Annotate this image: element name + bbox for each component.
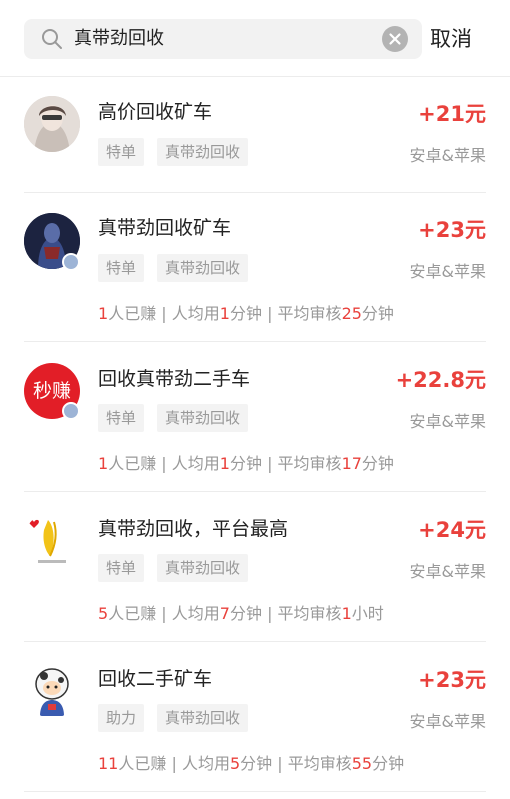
task-title: 真带劲回收，平台最高 <box>98 518 289 540</box>
avg-time-prefix: 人均用 <box>171 604 220 623</box>
task-title: 回收真带劲二手车 <box>98 368 251 390</box>
task-tag: 真带劲回收 <box>157 404 249 432</box>
stats-separator: | <box>156 604 172 623</box>
avatar <box>24 96 80 152</box>
platform-label: 安卓&苹果 <box>409 262 486 281</box>
task-stats: 5人已赚 | 人均用7分钟 | 平均审核1小时 <box>98 600 384 624</box>
task-tag: 真带劲回收 <box>157 138 249 166</box>
verified-badge-icon <box>62 402 80 420</box>
platform-label: 安卓&苹果 <box>409 712 486 731</box>
stats-separator: | <box>166 754 182 773</box>
task-title: 真带劲回收矿车 <box>98 217 232 239</box>
clear-icon[interactable] <box>382 26 408 52</box>
review-time-value: 1 <box>341 604 352 623</box>
platform-label: 安卓&苹果 <box>409 146 486 165</box>
task-reward: +23元 <box>418 668 486 692</box>
avatar <box>24 512 80 568</box>
task-tag: 特单 <box>98 254 145 282</box>
task-tag: 真带劲回收 <box>157 554 249 582</box>
task-stats: 1人已赚 | 人均用1分钟 | 平均审核17分钟 <box>98 450 394 474</box>
search-query: 真带劲回收 <box>74 28 164 49</box>
earned-label: 人已赚 <box>118 754 167 773</box>
avg-time-value: 5 <box>229 754 241 773</box>
avatar <box>24 662 80 718</box>
avg-time-unit: 分钟 <box>229 304 262 323</box>
task-reward: +21元 <box>418 102 486 126</box>
task-title: 回收二手矿车 <box>98 668 213 690</box>
avg-time-unit: 分钟 <box>229 454 262 473</box>
review-time-unit: 分钟 <box>361 304 394 323</box>
avg-time-unit: 分钟 <box>229 604 262 623</box>
earned-count: 1 <box>98 304 109 323</box>
review-time-unit: 分钟 <box>361 454 394 473</box>
review-time-unit: 小时 <box>351 604 384 623</box>
task-list-item[interactable]: 回收二手矿车 +23元 助力 真带劲回收 安卓&苹果 11人已赚 | 人均用5分… <box>0 642 510 792</box>
task-list-item[interactable]: 高价回收矿车 +21元 特单 真带劲回收 安卓&苹果 <box>0 77 510 193</box>
avg-time-prefix: 人均用 <box>171 454 220 473</box>
stats-separator: | <box>261 454 278 473</box>
stats-separator: | <box>156 454 172 473</box>
earned-label: 人已赚 <box>108 304 157 323</box>
task-reward: +22.8元 <box>395 368 486 392</box>
task-tag: 特单 <box>98 138 145 166</box>
avg-time-unit: 分钟 <box>240 754 273 773</box>
task-title: 高价回收矿车 <box>98 101 213 123</box>
task-tag: 特单 <box>98 404 145 432</box>
task-tag: 助力 <box>98 704 145 732</box>
review-time-unit: 分钟 <box>372 754 405 773</box>
divider <box>24 791 486 792</box>
cancel-button[interactable]: 取消 <box>430 24 472 54</box>
task-list-item[interactable]: 真带劲回收矿车 +23元 特单 真带劲回收 安卓&苹果 1人已赚 | 人均用1分… <box>0 193 510 342</box>
review-time-value: 25 <box>341 304 362 323</box>
earned-label: 人已赚 <box>108 454 157 473</box>
stats-separator: | <box>261 604 278 623</box>
stats-separator: | <box>261 304 278 323</box>
review-time-prefix: 平均审核 <box>277 604 342 623</box>
avg-time-prefix: 人均用 <box>171 304 220 323</box>
search-icon <box>42 29 62 49</box>
earned-count: 5 <box>98 604 109 623</box>
review-time-value: 55 <box>351 754 373 773</box>
avg-time-prefix: 人均用 <box>181 754 230 773</box>
task-tag: 真带劲回收 <box>157 704 249 732</box>
avg-time-value: 1 <box>219 454 230 473</box>
platform-label: 安卓&苹果 <box>409 562 486 581</box>
earned-count: 11 <box>98 754 119 773</box>
task-list-item[interactable]: 秒赚 回收真带劲二手车 +22.8元 特单 真带劲回收 安卓&苹果 1人已赚 |… <box>0 342 510 492</box>
stats-separator: | <box>156 304 172 323</box>
search-header: 真带劲回收 取消 <box>0 0 510 77</box>
task-stats: 11人已赚 | 人均用5分钟 | 平均审核55分钟 <box>98 750 404 774</box>
task-tag: 真带劲回收 <box>157 254 249 282</box>
verified-badge-icon <box>62 253 80 271</box>
task-list-item[interactable]: 真带劲回收，平台最高 +24元 特单 真带劲回收 安卓&苹果 5人已赚 | 人均… <box>0 492 510 642</box>
avg-time-value: 7 <box>219 604 230 623</box>
earned-label: 人已赚 <box>108 604 157 623</box>
task-tag: 特单 <box>98 554 145 582</box>
search-input[interactable]: 真带劲回收 <box>24 19 422 59</box>
earned-count: 1 <box>98 454 109 473</box>
review-time-prefix: 平均审核 <box>277 454 342 473</box>
task-reward: +23元 <box>418 218 486 242</box>
platform-label: 安卓&苹果 <box>409 412 486 431</box>
task-stats: 1人已赚 | 人均用1分钟 | 平均审核25分钟 <box>98 300 394 324</box>
stats-separator: | <box>272 754 288 773</box>
review-time-prefix: 平均审核 <box>287 754 352 773</box>
review-time-value: 17 <box>341 454 362 473</box>
review-time-prefix: 平均审核 <box>277 304 342 323</box>
task-reward: +24元 <box>418 518 486 542</box>
avg-time-value: 1 <box>219 304 230 323</box>
